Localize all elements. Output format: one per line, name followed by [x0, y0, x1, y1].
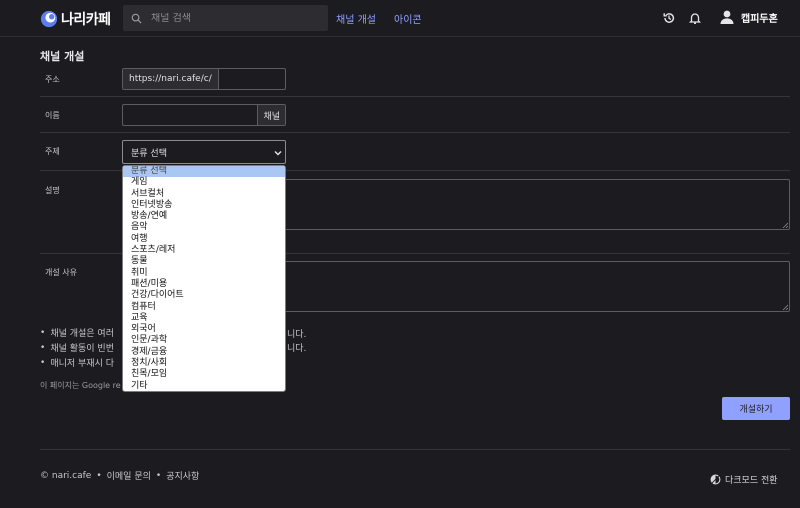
notice-item: 채널 개설은 여러	[40, 325, 114, 340]
topic-option[interactable]: 인터넷방송	[123, 200, 285, 211]
footer-divider	[40, 449, 790, 450]
topic-option[interactable]: 여행	[123, 234, 285, 245]
search-bar[interactable]	[123, 5, 328, 31]
divider	[40, 96, 790, 97]
logo-text: 나리카페	[61, 12, 111, 28]
topic-option[interactable]: 스포츠/레저	[123, 245, 285, 256]
topic-option[interactable]: 패션/미용	[123, 279, 285, 290]
top-header: 나리카페 채널 개설 아이콘 캡피두혼	[0, 0, 800, 37]
history-icon[interactable]	[662, 11, 676, 25]
recaptcha-notice: 이 페이지는 Google re	[40, 381, 121, 390]
topic-option[interactable]: 친목/모임	[123, 369, 285, 380]
name-field[interactable]: 채널	[122, 104, 286, 126]
topic-option[interactable]: 분류 선택	[123, 166, 285, 178]
notice-link[interactable]: 공지사항	[166, 469, 199, 482]
search-icon	[131, 13, 142, 24]
resize-handle-icon[interactable]	[782, 222, 788, 228]
topic-dropdown-list[interactable]: 분류 선택 게임 서브컬처 인터넷방송 방송/연예 음악 여행 스포츠/레저 동물 취미 패션/미용…	[122, 165, 286, 392]
notice-item-tail: 니다.	[287, 330, 307, 340]
page-title: 채널 개설	[40, 50, 85, 63]
copyright: © nari.cafe	[40, 470, 92, 481]
nav-icons[interactable]: 아이콘	[394, 11, 422, 26]
user-avatar-icon	[720, 10, 734, 24]
email-contact-link[interactable]: 이메일 문의	[107, 469, 151, 482]
reason-label: 개설 사유	[45, 268, 77, 277]
topic-option[interactable]: 방송/연예	[123, 211, 285, 222]
topic-option[interactable]: 인문/과학	[123, 335, 285, 346]
dark-mode-icon	[710, 474, 721, 485]
topic-option[interactable]: 게임	[123, 177, 285, 188]
name-suffix: 채널	[257, 105, 285, 125]
username: 캡피두혼	[741, 13, 778, 25]
site-logo[interactable]: 나리카페	[40, 9, 111, 29]
chevron-down-icon	[274, 151, 282, 156]
divider	[40, 132, 790, 133]
topic-option[interactable]: 동물	[123, 256, 285, 267]
bell-icon[interactable]	[688, 11, 702, 25]
topic-label: 주제	[45, 147, 60, 156]
address-field[interactable]: https://nari.cafe/c/	[122, 68, 286, 90]
submit-button[interactable]: 개설하기	[722, 397, 790, 420]
topic-option[interactable]: 건강/다이어트	[123, 290, 285, 301]
topic-selected-value: 분류 선택	[131, 148, 167, 159]
notice-item: 채널 활동이 빈번	[40, 340, 114, 355]
logo-icon	[40, 10, 58, 28]
topic-option[interactable]: 서브컬처	[123, 189, 285, 200]
user-menu[interactable]: 캡피두혼	[719, 9, 778, 25]
notice-list: 채널 개설은 여러 채널 활동이 빈번 매니저 부재시 다	[40, 325, 114, 370]
topic-select[interactable]: 분류 선택	[122, 140, 286, 164]
topic-option[interactable]: 컴퓨터	[123, 302, 285, 313]
footer-links: © nari.cafe • 이메일 문의 • 공지사항	[40, 469, 199, 483]
nav-create-channel[interactable]: 채널 개설	[336, 11, 376, 26]
topic-option[interactable]: 기타	[123, 381, 285, 391]
topic-option[interactable]: 취미	[123, 268, 285, 279]
address-label: 주소	[45, 75, 60, 84]
search-input[interactable]	[151, 12, 311, 24]
notice-item: 매니저 부재시 다	[40, 355, 114, 370]
topic-option[interactable]: 교육	[123, 313, 285, 324]
resize-handle-icon[interactable]	[782, 304, 788, 310]
name-label: 이름	[45, 111, 60, 120]
dark-mode-label: 다크모드 전환	[725, 476, 778, 486]
description-label: 설명	[45, 186, 60, 195]
address-prefix: https://nari.cafe/c/	[123, 69, 219, 89]
topic-option[interactable]: 음악	[123, 222, 285, 233]
dark-mode-toggle[interactable]: 다크모드 전환	[710, 473, 778, 486]
separator-dot: •	[96, 470, 102, 481]
topic-option[interactable]: 경제/금융	[123, 347, 285, 358]
topic-option[interactable]: 외국어	[123, 324, 285, 335]
notice-item-tail: 니다.	[287, 344, 307, 354]
topic-option[interactable]: 정치/사회	[123, 358, 285, 369]
separator-dot: •	[155, 470, 162, 481]
